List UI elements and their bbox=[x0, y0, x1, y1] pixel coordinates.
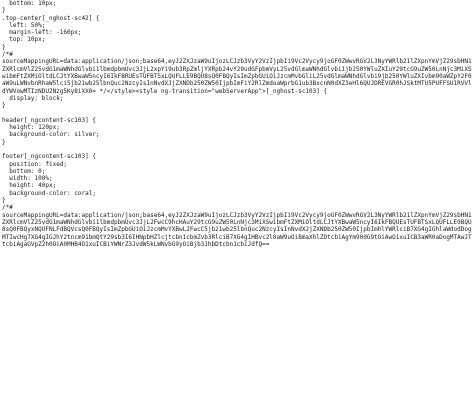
code-line: } bbox=[2, 138, 6, 146]
code-line: height: 120px; bbox=[2, 124, 60, 132]
code-line: } bbox=[2, 7, 6, 15]
code-line: bottom: 10px; bbox=[2, 0, 57, 7]
code-line: /*# bbox=[2, 51, 13, 59]
code-line: } bbox=[2, 197, 6, 205]
code-line: width: 100%; bbox=[2, 175, 53, 183]
code-line: } bbox=[2, 102, 6, 110]
code-line: .top-center[_nghost-sc42] { bbox=[2, 14, 100, 22]
code-line: height: 40px; bbox=[2, 182, 57, 190]
code-line: left: 50%; bbox=[2, 21, 46, 29]
code-line: } bbox=[2, 43, 6, 51]
code-line: header[_ngcontent-sc103] { bbox=[2, 116, 96, 124]
code-line: position: fixed; bbox=[2, 160, 68, 168]
code-line: background-color: silver; bbox=[2, 131, 100, 139]
code-line: sourceMappingURL=data:application/json;b… bbox=[2, 211, 472, 248]
code-line: footer[_ngcontent-sc103] { bbox=[2, 153, 96, 161]
source-code-view: bottom: 10px;} .top-center[_nghost-sc42] … bbox=[2, 0, 472, 248]
code-line: background-color: coral; bbox=[2, 189, 96, 197]
code-line: sourceMappingURL=data:application/json;b… bbox=[2, 58, 472, 95]
code-line: margin-left: -160px; bbox=[2, 29, 82, 37]
code-line: display: block; bbox=[2, 94, 64, 102]
code-line: top: 10px; bbox=[2, 36, 46, 44]
code-line: /*# bbox=[2, 204, 13, 212]
code-line: bottom: 0; bbox=[2, 167, 46, 175]
